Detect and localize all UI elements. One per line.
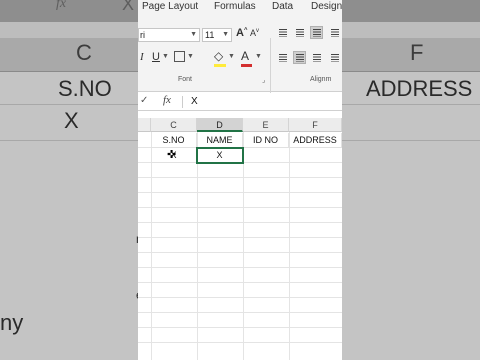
gridline — [138, 252, 342, 253]
gridline — [243, 132, 244, 360]
align-center-icon — [296, 54, 304, 62]
screen: fx X C F S.NO ADDRESS X ny es ny Page La… — [0, 0, 480, 360]
borders-icon[interactable] — [174, 51, 185, 62]
gridline — [151, 132, 152, 360]
grow-font-icon[interactable]: A^ — [236, 27, 247, 39]
align-right-button[interactable] — [310, 51, 323, 64]
tab-formulas[interactable]: Formulas — [214, 1, 256, 12]
bg-close-mark: X — [122, 0, 135, 14]
dialog-launcher-icon[interactable]: ⌟ — [262, 76, 265, 84]
gridline — [197, 132, 198, 360]
font-name-value: ri — [140, 30, 145, 40]
excel-window: Page Layout Formulas Data Design ri ▼ 11… — [138, 0, 342, 360]
orientation-button[interactable] — [328, 26, 341, 39]
tab-data[interactable]: Data — [272, 1, 293, 12]
tab-page-layout[interactable]: Page Layout — [142, 1, 198, 12]
row-header-corner — [138, 118, 151, 132]
bg-s-no: S.NO — [58, 76, 112, 101]
fill-color-icon[interactable]: ◇ — [214, 49, 223, 63]
chevron-down-icon[interactable]: ▼ — [162, 53, 169, 60]
alignment-group-label: Alignm — [310, 76, 332, 83]
cell-e1[interactable]: ID NO — [243, 133, 289, 148]
gridline — [138, 267, 342, 268]
column-header-f[interactable]: F — [289, 118, 342, 132]
indent-icon — [331, 54, 339, 62]
align-middle-icon — [296, 29, 304, 37]
ribbon-home: ri ▼ 11 ▼ A^ Av I U ▼ ▼ ◇ ▼ A ▼ Font ⌟ A… — [138, 16, 342, 100]
font-size-value: 11 — [205, 30, 215, 40]
font-name-select[interactable]: ri ▼ — [138, 28, 200, 42]
bg-x-value: X — [64, 108, 79, 133]
indent-button[interactable] — [328, 51, 341, 64]
italic-button[interactable]: I — [140, 51, 144, 63]
align-middle-button[interactable] — [293, 26, 306, 39]
gridline — [289, 132, 290, 360]
spreadsheet-grid[interactable]: C D E F S.NO NAME ID NO ADDRESS X ✜ X — [138, 118, 342, 360]
chevron-down-icon[interactable]: ▼ — [187, 53, 194, 60]
shrink-font-icon[interactable]: Av — [250, 28, 259, 38]
formula-separator — [182, 96, 183, 108]
bg-fx-label: fx — [56, 0, 67, 11]
align-center-button[interactable] — [293, 51, 306, 64]
gridline — [138, 177, 342, 178]
tab-design[interactable]: Design — [311, 1, 342, 12]
align-left-icon — [279, 54, 287, 62]
gridline — [138, 342, 342, 343]
cursor-crosshair-icon: ✜ — [167, 148, 177, 161]
check-icon[interactable]: ✓ — [140, 95, 148, 106]
gridline — [138, 237, 342, 238]
align-top-icon — [279, 29, 287, 37]
bg-col-f: F — [410, 40, 424, 65]
bg-right-strip — [342, 72, 480, 360]
chevron-down-icon: ▼ — [190, 31, 197, 38]
gridline — [138, 312, 342, 313]
gridline — [138, 282, 342, 283]
active-cell-border — [196, 147, 244, 164]
gridline — [138, 207, 342, 208]
gridline — [138, 297, 342, 298]
formula-bar: ✓ fx X — [138, 93, 342, 111]
font-size-select[interactable]: 11 ▼ — [202, 28, 232, 42]
align-bottom-icon — [313, 29, 321, 37]
ribbon-tab-bar: Page Layout Formulas Data Design — [138, 0, 342, 16]
font-color-swatch — [241, 64, 252, 67]
cell-f1[interactable]: ADDRESS — [289, 133, 342, 148]
formula-input[interactable]: X — [191, 96, 198, 107]
bg-address: ADDRESS — [366, 76, 473, 101]
align-left-button[interactable] — [276, 51, 289, 64]
align-top-button[interactable] — [276, 26, 289, 39]
align-right-icon — [313, 54, 321, 62]
cell-d1[interactable]: NAME — [197, 133, 243, 148]
gridline — [138, 192, 342, 193]
bg-text-ny-large: ny — [0, 310, 24, 335]
gridline — [138, 222, 342, 223]
bg-col-c: C — [76, 40, 92, 65]
chevron-down-icon[interactable]: ▼ — [255, 53, 262, 60]
fx-label[interactable]: fx — [163, 94, 171, 106]
group-separator — [270, 38, 271, 100]
orientation-icon — [331, 29, 339, 37]
font-color-icon[interactable]: A — [241, 49, 249, 63]
underline-button[interactable]: U — [152, 51, 160, 63]
column-header-d[interactable]: D — [197, 118, 243, 132]
column-header-e[interactable]: E — [243, 118, 289, 132]
column-header-c[interactable]: C — [151, 118, 197, 132]
font-group-label: Font — [178, 76, 193, 83]
chevron-down-icon: ▼ — [222, 31, 229, 38]
gridline — [138, 327, 342, 328]
align-bottom-button[interactable] — [310, 26, 323, 39]
chevron-down-icon[interactable]: ▼ — [228, 53, 235, 60]
grow-font-letter: A — [236, 27, 244, 39]
cell-c1[interactable]: S.NO — [151, 133, 197, 148]
fill-color-swatch — [214, 64, 226, 67]
